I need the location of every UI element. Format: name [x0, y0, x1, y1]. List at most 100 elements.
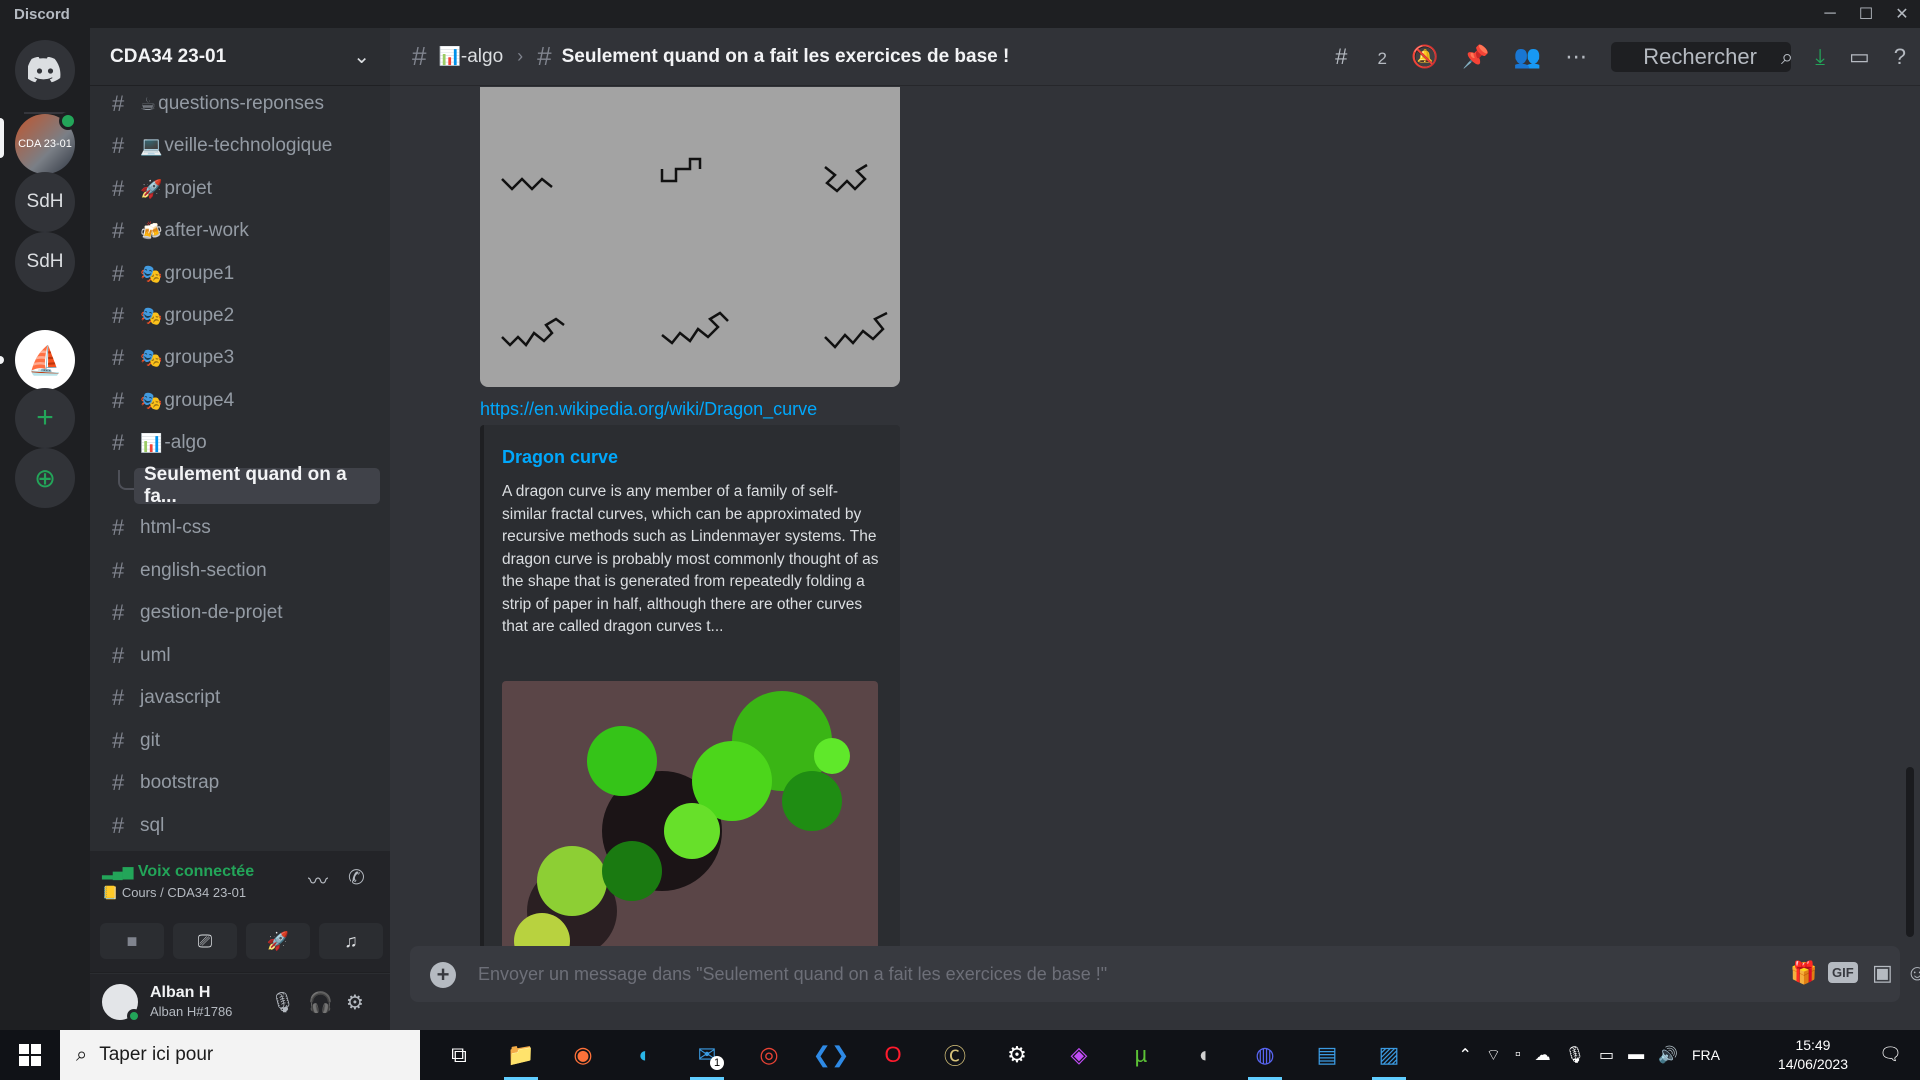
- volume-icon[interactable]: 🔊: [1658, 1045, 1678, 1065]
- control-panel-icon[interactable]: ▤: [1296, 1030, 1358, 1080]
- firefox-icon[interactable]: ◉: [552, 1030, 614, 1080]
- inbox-icon[interactable]: ▭: [1849, 44, 1870, 70]
- channel-projet[interactable]: # 🚀 projet: [100, 171, 380, 207]
- discord-home-button[interactable]: [15, 40, 75, 100]
- members-icon[interactable]: 👥: [1514, 44, 1541, 70]
- disconnect-icon[interactable]: ✆: [348, 865, 365, 890]
- guild-header[interactable]: CDA34 23-01 ⌄: [90, 28, 390, 86]
- photos-icon[interactable]: ▨: [1358, 1030, 1420, 1080]
- channel-gestion-de-projet[interactable]: # gestion-de-projet: [100, 595, 380, 631]
- channel-git[interactable]: # git: [100, 723, 380, 759]
- camera-button[interactable]: ■: [100, 923, 164, 959]
- app-c-icon[interactable]: Ⓒ: [924, 1030, 986, 1080]
- channel-label: uml: [140, 645, 171, 666]
- voice-location[interactable]: 📒 Cours / CDA34 23-01: [102, 885, 246, 901]
- channel-veille-technologique[interactable]: # 💻 veille-technologique: [100, 128, 380, 164]
- activities-button[interactable]: 🚀: [246, 923, 310, 959]
- camera-tray-icon[interactable]: ▫: [1515, 1046, 1521, 1064]
- battery-icon[interactable]: ▬: [1628, 1046, 1644, 1064]
- server-list: CDA 23-01 SdH SdH ⛵ + ⊕: [0, 28, 90, 1030]
- channel-after-work[interactable]: # 🍻 after-work: [100, 213, 380, 249]
- maximize-button[interactable]: ☐: [1848, 0, 1884, 28]
- display-icon[interactable]: ▭: [1599, 1045, 1614, 1065]
- opera-icon[interactable]: O: [862, 1030, 924, 1080]
- server-sdh-1[interactable]: SdH: [15, 172, 75, 232]
- settings-icon[interactable]: ⚙: [986, 1030, 1048, 1080]
- settings-gear-icon[interactable]: ⚙: [346, 990, 364, 1015]
- embed-thumbnail-image[interactable]: [502, 681, 878, 947]
- download-icon[interactable]: ⤓: [1815, 44, 1825, 70]
- channel-label: git: [140, 730, 161, 751]
- discord-taskbar-icon[interactable]: ◍: [1234, 1030, 1296, 1080]
- notifications-icon[interactable]: 🗨: [1879, 1044, 1902, 1065]
- help-icon[interactable]: ?: [1894, 44, 1906, 70]
- mute-notifications-icon[interactable]: 🔕: [1411, 44, 1438, 70]
- message-input[interactable]: + Envoyer un message dans "Seulement qua…: [410, 946, 1920, 1002]
- hash-icon: #: [112, 813, 125, 838]
- app-mask-icon[interactable]: ◈: [1048, 1030, 1110, 1080]
- soundboard-button[interactable]: ♫: [319, 923, 383, 959]
- channel-javascript[interactable]: # javascript: [100, 680, 380, 716]
- more-options-icon[interactable]: ⋯: [1565, 44, 1587, 70]
- channel-questions-reponses[interactable]: # ☕ questions-reponses: [100, 86, 380, 122]
- vscode-icon[interactable]: ❮❯: [800, 1030, 862, 1080]
- emoji-icon[interactable]: ☺: [1906, 960, 1920, 986]
- hash-icon: #: [112, 261, 125, 286]
- wikipedia-link[interactable]: https://en.wikipedia.org/wiki/Dragon_cur…: [480, 399, 817, 420]
- taskbar-clock[interactable]: 15:49 14/06/2023: [1778, 1036, 1848, 1074]
- explore-servers-button[interactable]: ⊕: [15, 448, 75, 508]
- taskbar-search[interactable]: ⌕ Taper ici pour: [60, 1030, 420, 1080]
- channel-groupe1[interactable]: # 🎭 groupe1: [100, 256, 380, 292]
- notebook-icon: 📒: [102, 885, 119, 900]
- sticker-icon[interactable]: ▣: [1872, 960, 1893, 986]
- channel-uml[interactable]: # uml: [100, 638, 380, 674]
- channel-groupe4[interactable]: # 🎭 groupe4: [100, 383, 380, 419]
- dragon-curve-iterations-image[interactable]: [480, 87, 900, 387]
- utorrent-icon[interactable]: µ: [1110, 1030, 1172, 1080]
- hash-icon: #: [112, 303, 125, 328]
- minimize-button[interactable]: ─: [1812, 0, 1848, 28]
- microphone-icon[interactable]: 🎙: [270, 990, 295, 1015]
- dragon-curve-drawings: [501, 157, 888, 349]
- message-scrollbar[interactable]: [1906, 767, 1914, 937]
- gif-button[interactable]: GIF: [1828, 962, 1858, 983]
- mouse-app-icon[interactable]: ◖: [1172, 1030, 1234, 1080]
- gift-icon[interactable]: 🎁: [1790, 960, 1817, 986]
- thread-seulement-quand[interactable]: Seulement quand on a fa...: [134, 464, 380, 507]
- task-view-icon[interactable]: ⧉: [428, 1030, 490, 1080]
- close-button[interactable]: ✕: [1884, 0, 1920, 28]
- threads-button[interactable]: # 2: [1335, 44, 1387, 70]
- screen-share-button[interactable]: ⎚: [173, 923, 237, 959]
- breadcrumb-channel[interactable]: -algo: [461, 46, 503, 68]
- pin-icon[interactable]: 📌: [1462, 44, 1489, 70]
- add-server-button[interactable]: +: [15, 388, 75, 448]
- language-indicator[interactable]: FRA: [1692, 1047, 1720, 1063]
- tray-expand-icon[interactable]: ⌃: [1459, 1045, 1472, 1065]
- noise-suppression-icon[interactable]: 〰: [308, 865, 328, 894]
- headphones-icon[interactable]: 🎧: [308, 990, 333, 1015]
- mic-tray-icon[interactable]: 🎙: [1565, 1045, 1585, 1065]
- chrome-icon[interactable]: ◎: [738, 1030, 800, 1080]
- server-sdh-2[interactable]: SdH: [15, 232, 75, 292]
- server-boat[interactable]: ⛵: [15, 330, 75, 390]
- windows-start-button[interactable]: [0, 1030, 60, 1080]
- voice-status[interactable]: ▂▄▆ Voix connectée: [102, 863, 254, 881]
- channel-algo[interactable]: # 📊 -algo: [100, 425, 380, 461]
- channel-sql[interactable]: # sql: [100, 808, 380, 844]
- rocket-icon: 🚀: [266, 930, 290, 951]
- channel-html-css[interactable]: # html-css: [100, 510, 380, 546]
- channel-groupe2[interactable]: # 🎭 groupe2: [100, 298, 380, 334]
- channel-english-section[interactable]: # english-section: [100, 553, 380, 589]
- attach-plus-icon[interactable]: +: [430, 962, 456, 988]
- wifi-icon[interactable]: ⌔: [1486, 1045, 1501, 1065]
- file-explorer-icon[interactable]: 📁: [490, 1030, 552, 1080]
- channel-groupe3[interactable]: # 🎭 groupe3: [100, 340, 380, 376]
- search-input[interactable]: Rechercher ⌕: [1611, 42, 1793, 72]
- edge-icon[interactable]: ◐: [614, 1030, 676, 1080]
- server-cda[interactable]: CDA 23-01: [15, 112, 77, 174]
- embed-title[interactable]: Dragon curve: [502, 447, 618, 468]
- onedrive-icon[interactable]: ☁: [1535, 1045, 1551, 1065]
- mail-icon[interactable]: ✉ 1: [676, 1030, 738, 1080]
- user-avatar[interactable]: [100, 982, 141, 1023]
- channel-bootstrap[interactable]: # bootstrap: [100, 765, 380, 801]
